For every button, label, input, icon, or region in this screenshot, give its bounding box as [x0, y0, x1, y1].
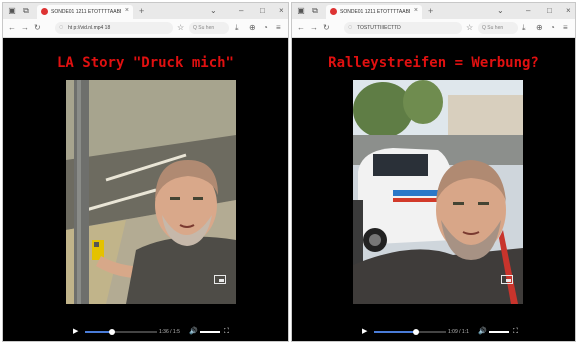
tab-favicon-icon [41, 8, 48, 15]
minimize-icon[interactable]: – [526, 5, 530, 17]
navigation-bar: ← → ↻ ◌ TOSTUTTIIIECTTD ☆ Q Su hen ⤓ ⊕ ◔… [292, 19, 575, 38]
page-info-icon[interactable]: ◌ [348, 23, 352, 33]
menu-icon[interactable]: ≡ [276, 23, 281, 33]
navigation-bar: ← → ↻ ◌ ht p://vid.nl.mp4 18 ☆ Q Su hen … [3, 19, 288, 38]
tab-strip: ▣ ⧉ SONDE01 1211 ETOTTTTAABBIT × + ⌄ – □… [292, 3, 575, 19]
tab-strip: ▣ ⧉ SONDE01 1211 ETOTTTTAABBIT × + ⌄ – □… [3, 3, 288, 19]
star-icon[interactable]: ☆ [466, 23, 473, 33]
star-icon[interactable]: ☆ [177, 23, 184, 33]
close-tab-icon[interactable]: × [414, 6, 418, 16]
page-title: Ralleystreifen = Werbung? [328, 55, 539, 71]
minimize-icon[interactable]: – [239, 5, 243, 17]
arrow-left-icon[interactable]: ← [297, 23, 305, 33]
search-field[interactable]: Q Su hen [478, 22, 518, 34]
page-content: Ralleystreifen = Werbung? ▶ 1:09 / 1:1 🔊… [292, 38, 575, 341]
maximize-icon[interactable]: □ [260, 5, 265, 17]
search-field[interactable]: Q Su hen [189, 22, 229, 34]
browser-window-1: ▣ ⧉ SONDE01 1211 ETOTTTTAABBIT × + ⌄ – □… [2, 2, 289, 342]
address-value: ht p://vid.nl.mp4 18 [68, 25, 111, 31]
chevron-down-icon[interactable]: ⌄ [497, 5, 504, 17]
new-tab-icon[interactable]: + [139, 5, 144, 17]
volume-icon[interactable]: 🔊 [189, 327, 198, 337]
page-info-icon[interactable]: ◌ [59, 23, 63, 33]
progress-handle[interactable] [109, 329, 116, 335]
volume-slider[interactable] [200, 331, 220, 333]
play-icon[interactable]: ▶ [362, 327, 367, 337]
browser-tab[interactable]: SONDE01 1211 ETOTTTTAABBIT × [37, 5, 133, 19]
progress-fill [374, 331, 416, 333]
address-bar[interactable]: ◌ ht p://vid.nl.mp4 18 [55, 22, 173, 34]
tab-actions-icon[interactable]: ▣ [7, 6, 17, 16]
progress-fill [85, 331, 113, 333]
progress-bar[interactable] [85, 329, 157, 335]
time-display: 1:09 / 1:1 [448, 329, 469, 335]
tab-overview-icon[interactable]: ⧉ [21, 6, 31, 16]
video-frame [66, 80, 236, 304]
arrow-right-icon[interactable]: → [310, 23, 318, 33]
tab-actions-icon[interactable]: ▣ [296, 6, 306, 16]
tab-overview-icon[interactable]: ⧉ [310, 6, 320, 16]
close-window-icon[interactable]: × [566, 5, 571, 17]
video-controls: ▶ 1:09 / 1:1 🔊 ⛶ [292, 327, 575, 337]
volume-slider[interactable] [489, 331, 509, 333]
download-icon[interactable]: ⤓ [522, 23, 526, 33]
arrow-right-icon[interactable]: → [21, 23, 29, 33]
tab-favicon-icon [330, 8, 337, 15]
tab-title: SONDE01 1211 ETOTTTTAABBIT [51, 9, 121, 15]
download-icon[interactable]: ⤓ [235, 23, 239, 33]
tab-title: SONDE01 1211 ETOTTTTAABBIT [340, 9, 410, 15]
browser-tab[interactable]: SONDE01 1211 ETOTTTTAABBIT × [326, 5, 422, 19]
fullscreen-icon[interactable]: ⛶ [513, 327, 518, 337]
reload-icon[interactable]: ↻ [323, 23, 330, 33]
browser-window-2: ▣ ⧉ SONDE01 1211 ETOTTTTAABBIT × + ⌄ – □… [291, 2, 576, 342]
volume-icon[interactable]: 🔊 [478, 327, 487, 337]
fullscreen-icon[interactable]: ⛶ [224, 327, 229, 337]
page-content: LA Story "Druck mich" ▶ 1:36 / 1:5 🔊 ⛶ [3, 38, 288, 341]
progress-bar[interactable] [374, 329, 446, 335]
reload-icon[interactable]: ↻ [34, 23, 41, 33]
account-icon[interactable]: ◔ [263, 23, 268, 33]
video-player[interactable] [353, 80, 523, 304]
progress-handle[interactable] [412, 329, 419, 335]
arrow-left-icon[interactable]: ← [8, 23, 16, 33]
account-icon[interactable]: ◔ [550, 23, 555, 33]
extensions-icon[interactable]: ⊕ [249, 23, 256, 33]
menu-icon[interactable]: ≡ [563, 23, 568, 33]
time-display: 1:36 / 1:5 [159, 329, 180, 335]
video-frame [353, 80, 523, 304]
picture-in-picture-icon[interactable] [214, 275, 226, 284]
page-title: LA Story "Druck mich" [56, 55, 234, 71]
close-tab-icon[interactable]: × [125, 6, 129, 16]
extensions-icon[interactable]: ⊕ [536, 23, 543, 33]
address-value: TOSTUTTIIIECTTD [357, 25, 401, 31]
maximize-icon[interactable]: □ [547, 5, 552, 17]
picture-in-picture-icon[interactable] [501, 275, 513, 284]
chevron-down-icon[interactable]: ⌄ [210, 5, 217, 17]
play-icon[interactable]: ▶ [73, 327, 78, 337]
video-controls: ▶ 1:36 / 1:5 🔊 ⛶ [3, 327, 288, 337]
close-window-icon[interactable]: × [279, 5, 284, 17]
address-bar[interactable]: ◌ TOSTUTTIIIECTTD [344, 22, 462, 34]
new-tab-icon[interactable]: + [428, 5, 433, 17]
video-player[interactable] [66, 80, 236, 304]
